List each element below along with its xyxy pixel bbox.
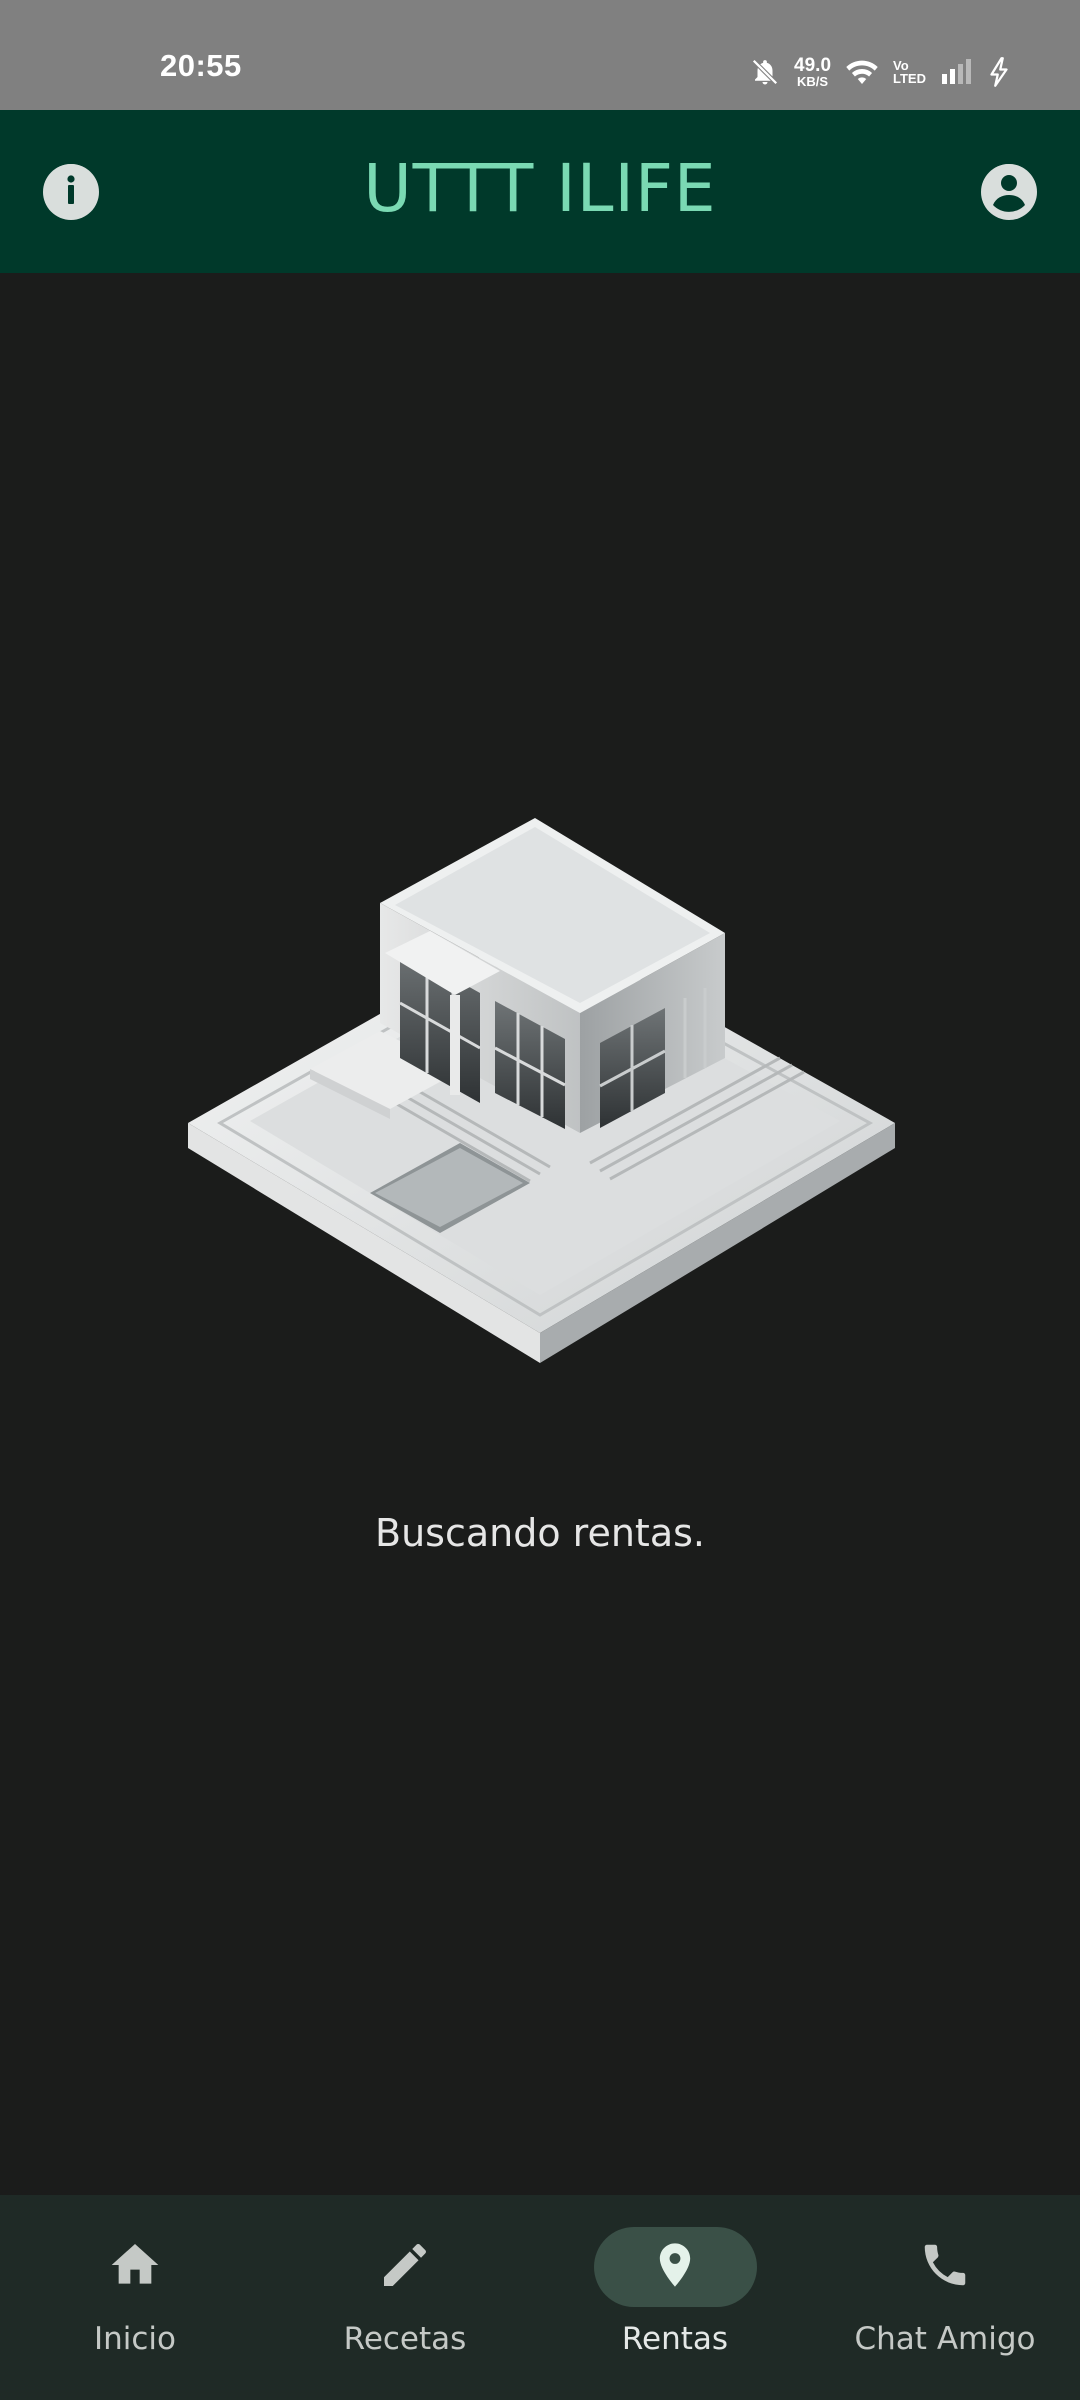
signal-icon	[940, 58, 974, 86]
account-button[interactable]	[981, 164, 1037, 220]
app-header: UTTT ILIFE	[0, 110, 1080, 273]
nav-item-inicio[interactable]: Inicio	[0, 2195, 270, 2400]
charging-icon	[988, 57, 1010, 87]
app-title: UTTT ILIFE	[363, 150, 717, 227]
home-icon	[107, 2237, 163, 2297]
status-time: 20:55	[160, 48, 242, 83]
nav-label: Rentas	[621, 2321, 729, 2357]
nav-pill	[864, 2227, 1027, 2307]
bottom-navigation: Inicio Recetas Rentas Chat Amigo	[0, 2195, 1080, 2400]
nav-label: Recetas	[343, 2321, 467, 2357]
nav-item-recetas[interactable]: Recetas	[270, 2195, 540, 2400]
nav-item-chat-amigo[interactable]: Chat Amigo	[810, 2195, 1080, 2400]
net-speed-unit: KB/S	[796, 74, 829, 89]
volte-bottom: LTED	[893, 71, 926, 86]
loading-status-text: Buscando rentas.	[375, 1511, 705, 1555]
nav-pill-active	[593, 2227, 757, 2307]
wifi-icon	[845, 57, 879, 87]
account-icon	[981, 162, 1037, 222]
nav-pill	[324, 2227, 487, 2307]
net-speed-value: 49.0	[794, 55, 832, 76]
nav-label: Chat Amigo	[854, 2321, 1036, 2357]
volte-indicator: Vo LTED	[893, 59, 926, 85]
nav-label: Inicio	[93, 2321, 177, 2357]
location-pin-icon	[649, 2239, 701, 2295]
pencil-icon	[377, 2237, 433, 2297]
net-speed: 49.0 KB/S	[794, 56, 831, 88]
main-content: Buscando rentas.	[0, 273, 1080, 2195]
nav-pill	[54, 2227, 217, 2307]
house-illustration	[188, 818, 895, 1363]
phone-icon	[918, 2238, 972, 2296]
status-bar: 20:55 49.0 KB/S Vo LTED	[0, 0, 1080, 110]
nav-item-rentas[interactable]: Rentas	[540, 2195, 810, 2400]
status-icons: 49.0 KB/S Vo LTED	[750, 52, 1010, 92]
bell-off-icon	[750, 57, 780, 87]
